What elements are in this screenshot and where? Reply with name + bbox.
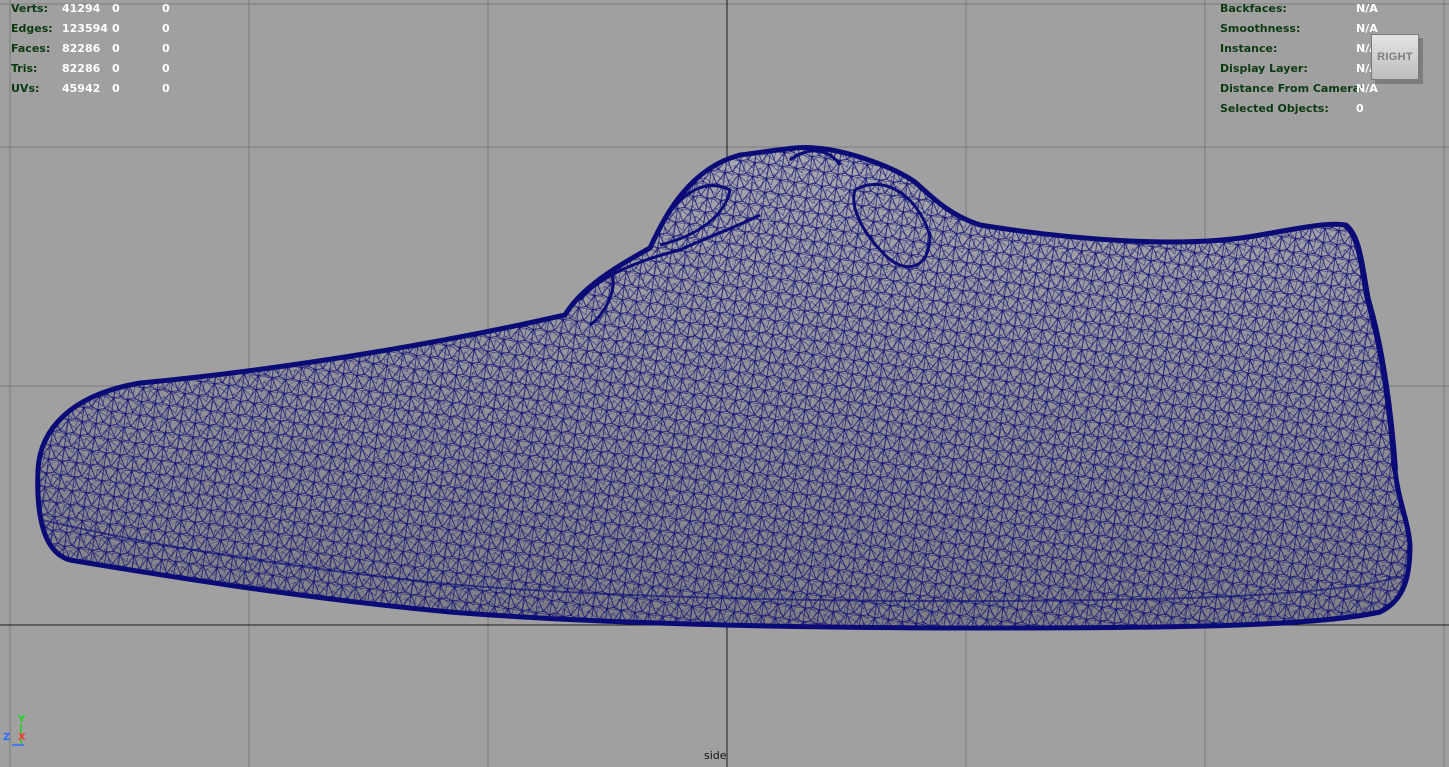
shoe-model[interactable] <box>35 145 1413 631</box>
hud-row-backfaces: Backfaces: N/A <box>1220 0 1440 19</box>
hud-label: Selected Objects: <box>1220 102 1329 115</box>
hud-row-distance-from-camera: Distance From Camera: N/A <box>1220 79 1440 99</box>
hud-row-uvs: UVs: 45942 0 0 <box>11 79 211 99</box>
hud-value: 0 <box>112 82 120 95</box>
hud-label: Backfaces: <box>1220 2 1287 15</box>
hud-value: 0 <box>112 42 120 55</box>
view-cube-face-label: RIGHT <box>1377 51 1413 63</box>
hud-value: 82286 <box>62 42 101 55</box>
hud-value: N/A <box>1356 82 1378 95</box>
hud-value: 0 <box>1356 102 1364 115</box>
hud-value: 0 <box>112 22 120 35</box>
hud-row-faces: Faces: 82286 0 0 <box>11 39 211 59</box>
x-axis-label: X <box>18 732 26 743</box>
view-cube[interactable]: RIGHT <box>1371 34 1419 80</box>
axis-gizmo: Y Z X <box>2 714 32 748</box>
hud-label: Tris: <box>11 62 38 75</box>
hud-value: 0 <box>162 62 170 75</box>
camera-name-label: side <box>704 749 727 762</box>
hud-value: 41294 <box>62 2 101 15</box>
hud-label: Smoothness: <box>1220 22 1301 35</box>
hud-value: 0 <box>162 82 170 95</box>
hud-value: 82286 <box>62 62 101 75</box>
hud-label: Instance: <box>1220 42 1278 55</box>
hud-row-selected-objects: Selected Objects: 0 <box>1220 99 1440 119</box>
hud-row-edges: Edges: 123594 0 0 <box>11 19 211 39</box>
poly-count-hud: Verts: 41294 0 0 Edges: 123594 0 0 Faces… <box>11 0 211 109</box>
hud-value: 0 <box>162 2 170 15</box>
hud-label: Edges: <box>11 22 53 35</box>
hud-value: 0 <box>162 42 170 55</box>
hud-label: Display Layer: <box>1220 62 1308 75</box>
hud-value: 0 <box>112 62 120 75</box>
viewport-panel[interactable]: Verts: 41294 0 0 Edges: 123594 0 0 Faces… <box>0 0 1449 767</box>
hud-row-tris: Tris: 82286 0 0 <box>11 59 211 79</box>
hud-value: 0 <box>112 2 120 15</box>
hud-label: Distance From Camera: <box>1220 82 1365 95</box>
hud-label: Verts: <box>11 2 49 15</box>
z-axis-label: Z <box>3 732 11 743</box>
hud-value: N/A <box>1356 2 1378 15</box>
hud-label: Faces: <box>11 42 51 55</box>
hud-label: UVs: <box>11 82 40 95</box>
wireframe-overlay-secondary <box>37 147 1410 628</box>
hud-value: 45942 <box>62 82 101 95</box>
hud-value: 0 <box>162 22 170 35</box>
y-axis-label: Y <box>18 714 26 725</box>
hud-value: 123594 <box>62 22 108 35</box>
hud-row-verts: Verts: 41294 0 0 <box>11 0 211 19</box>
